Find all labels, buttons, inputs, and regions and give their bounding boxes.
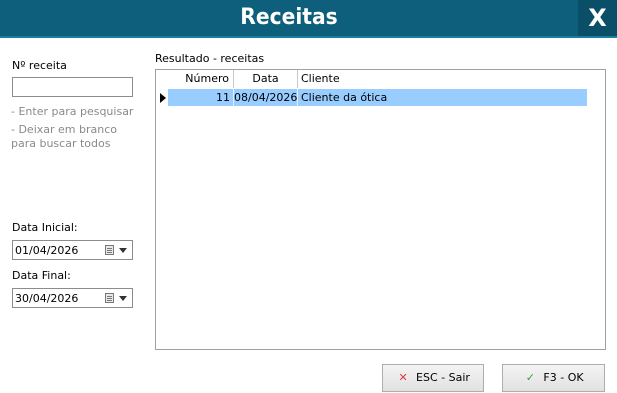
data-final-label: Data Final: bbox=[12, 269, 71, 282]
cell-data: 08/04/2026 bbox=[234, 89, 298, 106]
close-icon: ✕ bbox=[398, 371, 408, 384]
window-title: Receitas bbox=[240, 5, 338, 30]
close-button[interactable]: X bbox=[578, 0, 617, 36]
f3-ok-label: F3 - OK bbox=[543, 371, 584, 384]
hint-blank: - Deixar em branco para buscar todos bbox=[11, 123, 118, 150]
row-indicator-icon bbox=[160, 93, 166, 103]
esc-sair-button[interactable]: ✕ ESC - Sair bbox=[382, 364, 484, 392]
esc-sair-label: ESC - Sair bbox=[416, 371, 470, 384]
data-inicial-label: Data Inicial: bbox=[12, 221, 78, 234]
calendar-icon[interactable] bbox=[105, 293, 114, 303]
checkmark-icon: ✓ bbox=[525, 371, 536, 384]
column-header-cliente[interactable]: Cliente bbox=[298, 70, 587, 88]
data-final-field[interactable]: 30/04/2026 bbox=[12, 288, 133, 308]
table-row[interactable]: 11 08/04/2026 Cliente da ótica bbox=[168, 89, 587, 106]
numero-receita-label: Nº receita bbox=[12, 59, 67, 72]
results-title: Resultado - receitas bbox=[155, 52, 265, 65]
chevron-down-icon[interactable] bbox=[119, 248, 127, 253]
title-bar: Receitas X bbox=[0, 0, 617, 38]
data-final-value: 30/04/2026 bbox=[15, 292, 79, 305]
f3-ok-button[interactable]: ✓ F3 - OK bbox=[502, 364, 605, 392]
data-inicial-value: 01/04/2026 bbox=[15, 244, 79, 257]
cell-cliente: Cliente da ótica bbox=[301, 91, 388, 104]
hint-enter: - Enter para pesquisar bbox=[11, 105, 134, 118]
results-grid[interactable]: Número Data Cliente 11 08/04/2026 Client… bbox=[155, 69, 606, 350]
cell-numero: 11 bbox=[168, 89, 234, 106]
column-header-numero[interactable]: Número bbox=[168, 70, 234, 88]
numero-receita-input[interactable] bbox=[12, 77, 133, 97]
data-inicial-field[interactable]: 01/04/2026 bbox=[12, 240, 133, 260]
chevron-down-icon[interactable] bbox=[119, 296, 127, 301]
calendar-icon[interactable] bbox=[105, 245, 114, 255]
column-header-data[interactable]: Data bbox=[234, 70, 298, 88]
